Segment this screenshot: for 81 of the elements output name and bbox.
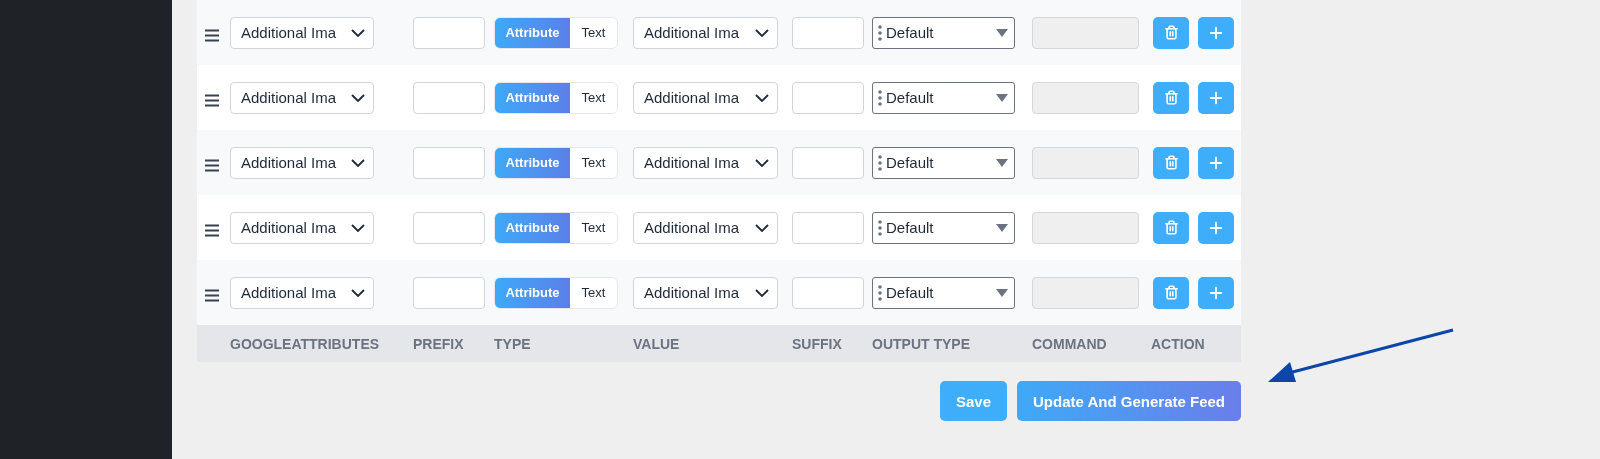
- suffix-input[interactable]: [792, 211, 864, 244]
- chevron-down-icon: [351, 28, 365, 37]
- command-input[interactable]: [1032, 276, 1139, 309]
- column-header: TYPE: [494, 335, 532, 352]
- caret-icon: [996, 28, 1008, 37]
- chevron-down-icon: [755, 28, 769, 37]
- add-button[interactable]: [1198, 16, 1234, 49]
- drag-handle-icon[interactable]: [204, 159, 220, 172]
- trash-icon: [1163, 220, 1179, 235]
- type-toggle-option[interactable]: Text: [570, 147, 617, 178]
- add-button[interactable]: [1198, 146, 1234, 179]
- value-select[interactable]: Additional Ima: [633, 146, 778, 179]
- vertical-dots-icon: [878, 284, 882, 301]
- trash-icon: [1163, 25, 1179, 40]
- vertical-dots-icon: [878, 219, 882, 236]
- attribute-select[interactable]: Additional Ima: [230, 81, 374, 114]
- command-input[interactable]: [1032, 211, 1139, 244]
- attribute-select[interactable]: Additional Ima: [230, 211, 374, 244]
- drag-handle-icon[interactable]: [204, 94, 220, 107]
- chevron-down-icon: [755, 93, 769, 102]
- type-toggle-option[interactable]: Text: [570, 277, 617, 308]
- caret-icon: [996, 93, 1008, 102]
- column-header: PREFIX: [413, 335, 465, 352]
- prefix-input[interactable]: [413, 16, 485, 49]
- add-button[interactable]: [1198, 276, 1234, 309]
- column-header: GOOGLEATTRIBUTES: [230, 335, 381, 352]
- delete-button[interactable]: [1153, 81, 1189, 114]
- delete-button[interactable]: [1153, 276, 1189, 309]
- value-select[interactable]: Additional Ima: [633, 16, 778, 49]
- caret-icon: [996, 223, 1008, 232]
- output-type-select[interactable]: Default: [872, 81, 1015, 114]
- delete-button[interactable]: [1153, 16, 1189, 49]
- drag-handle-icon[interactable]: [204, 29, 220, 42]
- column-header: SUFFIX: [792, 335, 843, 352]
- output-type-select[interactable]: Default: [872, 276, 1015, 309]
- suffix-input[interactable]: [792, 81, 864, 114]
- drag-handle-icon[interactable]: [204, 289, 220, 302]
- vertical-dots-icon: [878, 89, 882, 106]
- add-button[interactable]: [1198, 211, 1234, 244]
- column-header: VALUE: [633, 335, 681, 352]
- suffix-input[interactable]: [792, 146, 864, 179]
- column-header: COMMAND: [1032, 335, 1108, 352]
- value-select[interactable]: Additional Ima: [633, 81, 778, 114]
- attribute-select[interactable]: Additional Ima: [230, 146, 374, 179]
- drag-handle-icon[interactable]: [204, 224, 220, 237]
- output-type-select[interactable]: Default: [872, 16, 1015, 49]
- suffix-input[interactable]: [792, 16, 864, 49]
- attribute-select[interactable]: Additional Ima: [230, 276, 374, 309]
- delete-button[interactable]: [1153, 211, 1189, 244]
- chevron-down-icon: [755, 158, 769, 167]
- prefix-input[interactable]: [413, 276, 485, 309]
- chevron-down-icon: [755, 288, 769, 297]
- command-input[interactable]: [1032, 16, 1139, 49]
- column-header: OUTPUT TYPE: [872, 335, 971, 352]
- suffix-input[interactable]: [792, 276, 864, 309]
- command-input[interactable]: [1032, 81, 1139, 114]
- caret-icon: [996, 288, 1008, 297]
- chevron-down-icon: [351, 223, 365, 232]
- value-select[interactable]: Additional Ima: [633, 276, 778, 309]
- command-input[interactable]: [1032, 146, 1139, 179]
- chevron-down-icon: [351, 158, 365, 167]
- vertical-dots-icon: [878, 154, 882, 171]
- chevron-down-icon: [755, 223, 769, 232]
- trash-icon: [1163, 285, 1179, 300]
- chevron-down-icon: [351, 93, 365, 102]
- trash-icon: [1163, 155, 1179, 170]
- attribute-select[interactable]: Additional Ima: [230, 16, 374, 49]
- output-type-select[interactable]: Default: [872, 211, 1015, 244]
- prefix-input[interactable]: [413, 81, 485, 114]
- vertical-dots-icon: [878, 24, 882, 41]
- output-type-select[interactable]: Default: [872, 146, 1015, 179]
- column-header: ACTION: [1151, 335, 1206, 352]
- value-select[interactable]: Additional Ima: [633, 211, 778, 244]
- prefix-input[interactable]: [413, 211, 485, 244]
- trash-icon: [1163, 90, 1179, 105]
- caret-icon: [996, 158, 1008, 167]
- type-toggle-option[interactable]: Text: [570, 17, 617, 48]
- prefix-input[interactable]: [413, 146, 485, 179]
- delete-button[interactable]: [1153, 146, 1189, 179]
- add-button[interactable]: [1198, 81, 1234, 114]
- chevron-down-icon: [351, 288, 365, 297]
